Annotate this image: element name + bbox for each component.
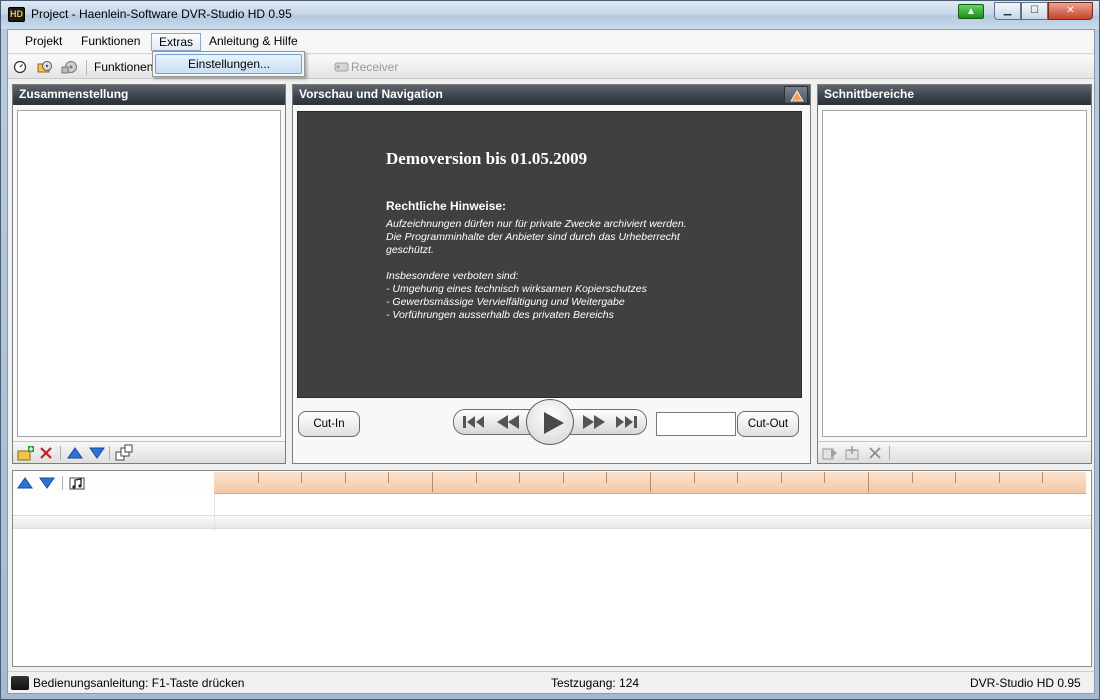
cut-in-button[interactable]: Cut-In bbox=[298, 411, 360, 437]
ruler-tick bbox=[694, 472, 695, 483]
film-icon bbox=[11, 676, 29, 690]
bar-separator bbox=[889, 446, 890, 460]
clock-icon[interactable] bbox=[13, 60, 27, 74]
cut-areas-panel: Schnittbereiche bbox=[817, 84, 1092, 464]
preview-panel-title: Vorschau und Navigation bbox=[293, 85, 810, 105]
ruler-tick bbox=[563, 472, 564, 483]
menu-projekt[interactable]: Projekt bbox=[18, 33, 69, 51]
play-icon bbox=[544, 412, 564, 434]
add-cut-icon[interactable] bbox=[844, 445, 860, 461]
legal-text: Aufzeichnungen dürfen nur für private Zw… bbox=[386, 218, 687, 321]
cut-out-button[interactable]: Cut-Out bbox=[737, 411, 799, 437]
status-help-text: Bedienungsanleitung: F1-Taste drücken bbox=[33, 676, 245, 690]
menu-extras[interactable]: Extras bbox=[151, 33, 202, 51]
close-button[interactable]: ✕ bbox=[1048, 2, 1093, 20]
menu-item-einstellungen[interactable]: Einstellungen... bbox=[155, 54, 302, 74]
menu-funktionen[interactable]: Funktionen bbox=[74, 33, 147, 51]
status-product: DVR-Studio HD 0.95 bbox=[970, 676, 1081, 690]
disc-tools-icon[interactable] bbox=[61, 60, 79, 74]
ruler-tick bbox=[912, 472, 913, 483]
cut-areas-panel-title: Schnittbereiche bbox=[818, 85, 1091, 105]
ruler-tick bbox=[955, 472, 956, 483]
menu-anleitung-hilfe[interactable]: Anleitung & Hilfe bbox=[202, 33, 305, 51]
video-preview[interactable]: Demoversion bis 01.05.2009 Rechtliche Hi… bbox=[297, 111, 802, 398]
ruler-tick bbox=[1042, 472, 1043, 483]
status-account: Testzugang: 124 bbox=[551, 676, 640, 690]
fast-forward-icon[interactable] bbox=[577, 411, 611, 433]
timeline bbox=[12, 470, 1092, 667]
ruler-tick bbox=[650, 472, 651, 492]
bar-separator bbox=[60, 446, 61, 460]
client-area: Projekt Funktionen Extras Anleitung & Hi… bbox=[7, 29, 1095, 694]
add-file-icon[interactable] bbox=[17, 445, 35, 461]
app-logo-icon: HD bbox=[8, 7, 25, 22]
arrow-up-icon bbox=[790, 90, 804, 102]
ruler-tick bbox=[824, 472, 825, 483]
ruler-tick bbox=[737, 472, 738, 483]
insert-cut-icon[interactable] bbox=[822, 446, 838, 460]
compilation-toolbar bbox=[13, 441, 285, 463]
skip-to-start-icon[interactable] bbox=[457, 411, 491, 433]
extras-dropdown: Einstellungen... bbox=[152, 51, 305, 77]
open-disc-icon[interactable] bbox=[37, 60, 53, 74]
cut-areas-list[interactable] bbox=[822, 110, 1087, 437]
timeline-ruler[interactable] bbox=[214, 472, 1086, 494]
window-controls: ▁ ☐ ✕ bbox=[994, 2, 1093, 20]
compilation-list[interactable] bbox=[17, 110, 281, 437]
timeline-header bbox=[13, 471, 1091, 495]
bar-separator bbox=[62, 476, 63, 490]
upload-indicator-icon[interactable]: ▲ bbox=[958, 4, 984, 19]
transport-controls bbox=[453, 397, 647, 445]
toolbar-separator bbox=[86, 60, 87, 75]
timeline-track[interactable] bbox=[13, 515, 1091, 529]
maximize-button[interactable]: ☐ bbox=[1021, 2, 1048, 20]
window-title: Project - Haenlein-Software DVR-Studio H… bbox=[31, 7, 292, 21]
toolbar-funktionen-label[interactable]: Funktionen bbox=[94, 60, 153, 74]
skip-to-end-icon[interactable] bbox=[610, 411, 644, 433]
play-button[interactable] bbox=[526, 399, 574, 445]
rewind-icon[interactable] bbox=[491, 411, 525, 433]
ruler-tick bbox=[258, 472, 259, 483]
demo-title: Demoversion bis 01.05.2009 bbox=[386, 149, 588, 168]
cut-areas-toolbar bbox=[818, 441, 1091, 463]
ruler-tick bbox=[388, 472, 389, 483]
timecode-field[interactable] bbox=[656, 412, 736, 436]
delete-icon[interactable] bbox=[39, 446, 53, 460]
preview-panel: Vorschau und Navigation Demoversion bis … bbox=[292, 84, 811, 464]
split-icon[interactable] bbox=[115, 444, 133, 462]
timeline-move-down-icon[interactable] bbox=[39, 477, 55, 489]
collapse-button[interactable] bbox=[784, 86, 808, 104]
ruler-tick bbox=[781, 472, 782, 483]
title-bar[interactable]: HD Project - Haenlein-Software DVR-Studi… bbox=[1, 1, 1099, 29]
ruler-tick bbox=[606, 472, 607, 483]
status-bar: Bedienungsanleitung: F1-Taste drücken Te… bbox=[8, 671, 1094, 693]
ruler-tick bbox=[301, 472, 302, 483]
audio-track-icon[interactable] bbox=[68, 474, 86, 492]
toolbar-receiver-label[interactable]: Receiver bbox=[351, 60, 398, 74]
ruler-tick bbox=[476, 472, 477, 483]
track-divider bbox=[214, 495, 215, 531]
compilation-panel-title: Zusammenstellung bbox=[13, 85, 285, 105]
timeline-move-up-icon[interactable] bbox=[17, 477, 33, 489]
remove-cut-icon[interactable] bbox=[868, 446, 882, 460]
bar-separator bbox=[109, 446, 110, 460]
legal-title: Rechtliche Hinweise: bbox=[386, 199, 507, 213]
app-window: HD Project - Haenlein-Software DVR-Studi… bbox=[0, 0, 1100, 700]
receiver-icon[interactable] bbox=[334, 60, 349, 74]
move-down-icon[interactable] bbox=[89, 447, 105, 459]
ruler-tick bbox=[519, 472, 520, 483]
ruler-tick bbox=[345, 472, 346, 483]
minimize-button[interactable]: ▁ bbox=[994, 2, 1021, 20]
move-up-icon[interactable] bbox=[67, 447, 83, 459]
ruler-tick bbox=[999, 472, 1000, 483]
ruler-tick bbox=[432, 472, 433, 492]
compilation-panel: Zusammenstellung bbox=[12, 84, 286, 464]
ruler-tick bbox=[868, 472, 869, 492]
